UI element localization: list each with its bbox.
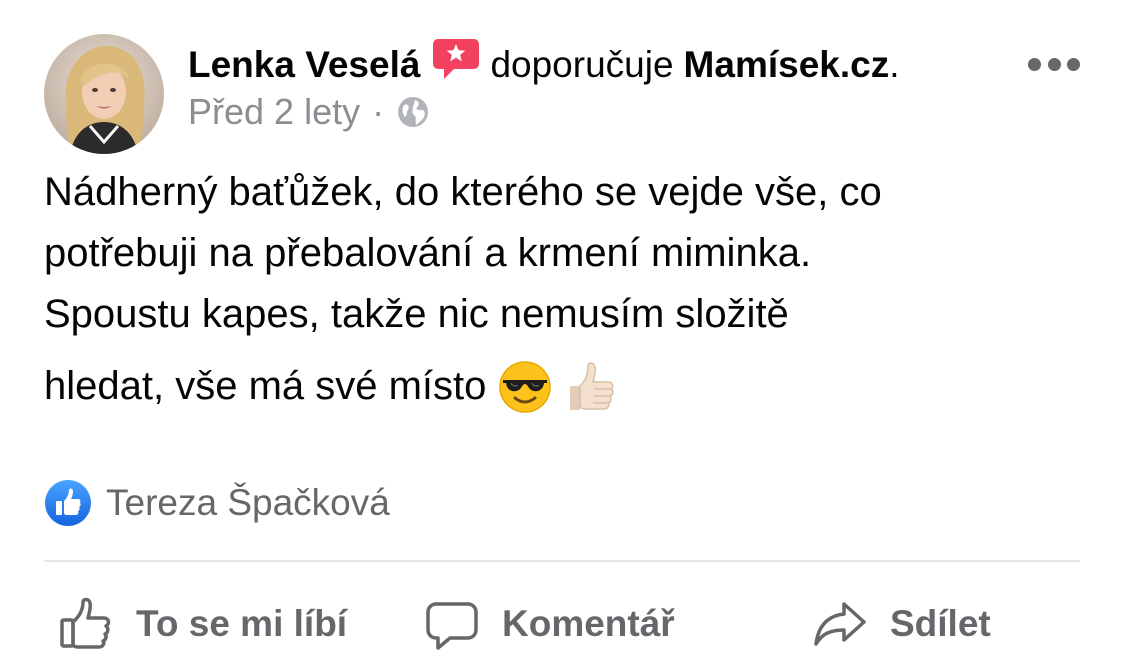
share-button[interactable]: Sdílet	[812, 592, 991, 656]
like-icon	[44, 479, 92, 527]
recommendation-icon	[432, 37, 480, 81]
recommends-verb: doporučuje	[490, 44, 674, 85]
author-avatar[interactable]	[44, 34, 164, 154]
comment-button[interactable]: Komentář	[424, 592, 675, 656]
comment-label: Komentář	[502, 603, 675, 644]
reactions-summary[interactable]: Tereza Špačková	[44, 478, 390, 528]
recommendation-post: Lenka Veselá doporučuje Mamísek.cz . Pře…	[0, 0, 1124, 670]
share-icon	[814, 602, 866, 646]
globe-icon	[396, 95, 430, 129]
post-text-last-line: hledat, vše má své místo	[44, 356, 1084, 417]
divider	[44, 560, 1080, 562]
post-text-line: Spoustu kapes, takže nic nemusím složitě	[44, 292, 789, 336]
post-text-line: potřebuji na přebalování a krmení mimink…	[44, 231, 812, 275]
header-period: .	[889, 44, 900, 85]
post-text-line: hledat, vše má své místo	[44, 364, 487, 408]
more-dot-icon	[1047, 57, 1061, 71]
thumbs-up-icon	[60, 597, 111, 649]
thumbs-up-emoji-icon	[564, 360, 618, 414]
action-bar: To se mi líbí Komentář Sdílet	[0, 592, 1124, 656]
reaction-names: Tereza Špačková	[106, 482, 390, 523]
post-timestamp[interactable]: Před 2 lety	[188, 91, 360, 133]
post-body: Nádherný baťůžek, do kterého se vejde vš…	[44, 162, 1084, 417]
more-dot-icon	[1067, 57, 1080, 71]
more-options-button[interactable]	[1028, 52, 1080, 76]
share-label: Sdílet	[890, 603, 991, 644]
page-name-link[interactable]: Mamísek.cz	[684, 44, 890, 86]
post-text-line: Nádherný baťůžek, do kterého se vejde vš…	[44, 170, 882, 214]
meta-separator: ·	[372, 91, 385, 132]
comment-icon	[426, 602, 478, 650]
like-label: To se mi líbí	[136, 603, 348, 644]
post-meta: Před 2 lety ·	[188, 88, 430, 136]
author-name[interactable]: Lenka Veselá	[188, 44, 420, 86]
like-button[interactable]: To se mi líbí	[58, 592, 347, 656]
more-dot-icon	[1028, 57, 1041, 71]
post-header: Lenka Veselá doporučuje Mamísek.cz .	[188, 37, 900, 90]
sunglasses-emoji-icon	[498, 360, 552, 414]
